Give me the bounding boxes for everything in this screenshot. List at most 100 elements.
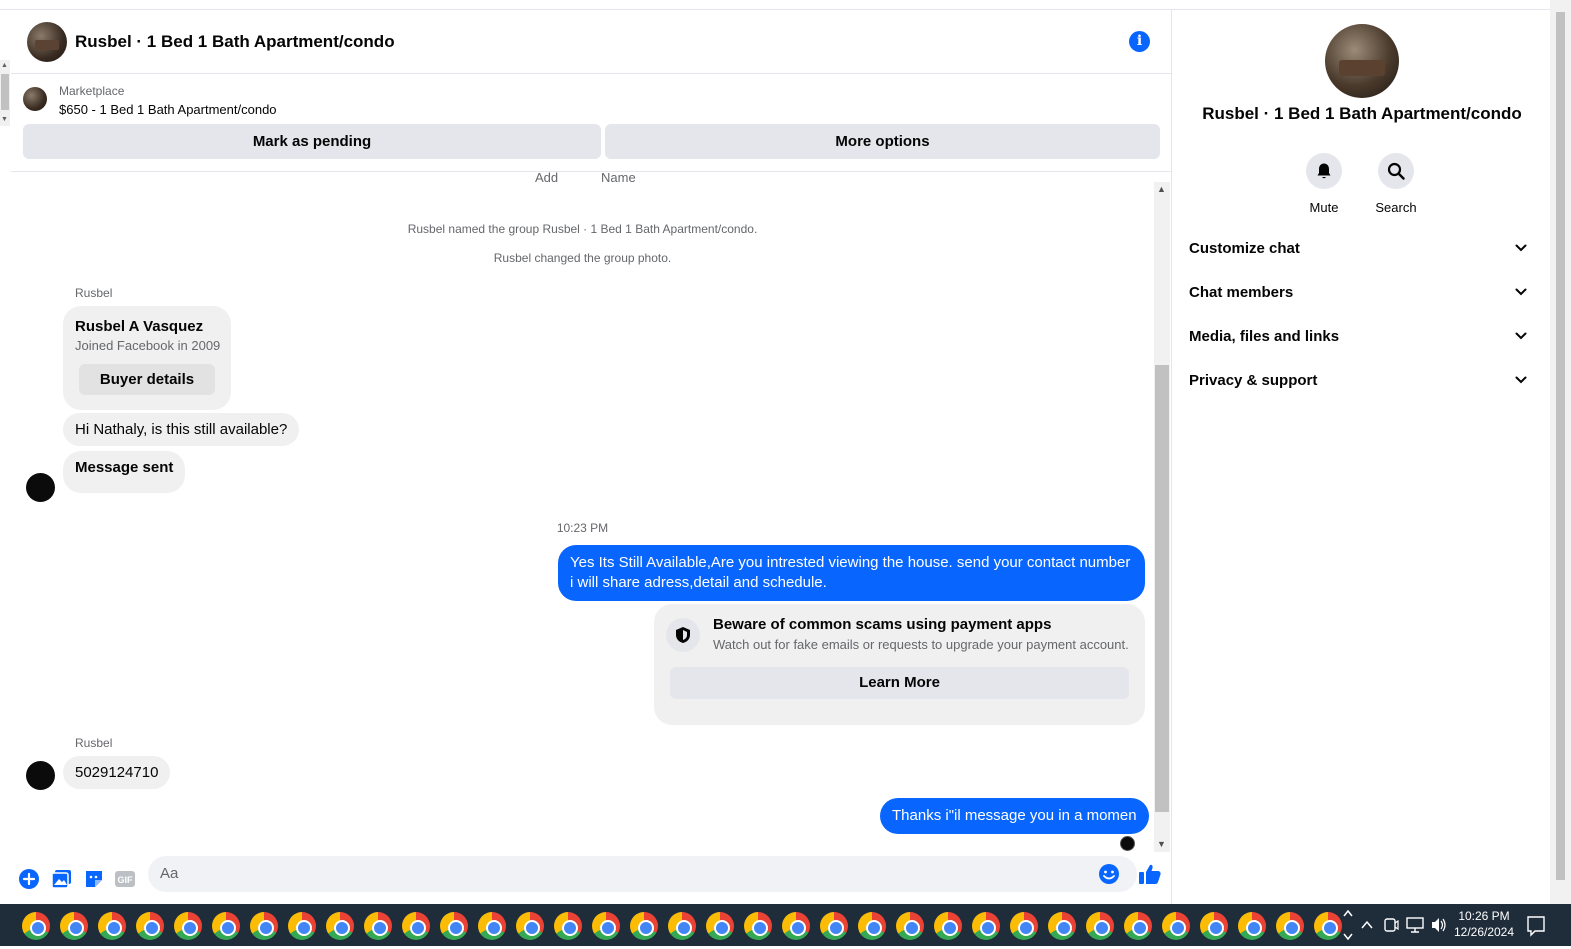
outgoing-message[interactable]: Thanks i"il message you in a momen <box>880 798 1149 834</box>
network-icon[interactable] <box>1406 904 1424 946</box>
scroll-down-arrow-icon[interactable]: ▼ <box>1157 840 1166 849</box>
taskbar-browser-icon[interactable] <box>136 912 164 940</box>
scam-warning-card: Beware of common scams using payment app… <box>654 604 1145 725</box>
system-clock[interactable]: 10:26 PM 12/26/2024 <box>1452 908 1516 940</box>
taskbar-browser-icon[interactable] <box>934 912 962 940</box>
incoming-message[interactable]: Hi Nathaly, is this still available? <box>63 413 300 446</box>
gif-icon[interactable]: GIF <box>114 868 136 890</box>
photo-icon[interactable] <box>51 868 73 890</box>
taskbar-browser-icon[interactable] <box>288 912 316 940</box>
section-privacy-support[interactable]: Privacy & support <box>1189 367 1539 395</box>
group-avatar[interactable] <box>27 22 67 62</box>
tray-scroll[interactable] <box>1340 904 1356 946</box>
listing-thumbnail[interactable] <box>23 87 47 111</box>
window-scrollbar[interactable] <box>1550 0 1571 904</box>
taskbar-browser-icon[interactable] <box>174 912 202 940</box>
left-scrollbar[interactable]: ▲ ▼ <box>0 60 10 126</box>
taskbar-browser-icon[interactable] <box>22 912 50 940</box>
thread-scrollbar[interactable]: ▲ ▼ <box>1154 182 1170 852</box>
taskbar-browser-icon[interactable] <box>592 912 620 940</box>
taskbar-browser-icon[interactable] <box>212 912 240 940</box>
taskbar-browser-icon[interactable] <box>440 912 468 940</box>
section-label: Privacy & support <box>1189 372 1318 389</box>
taskbar: 10:26 PM 12/26/2024 <box>0 904 1571 946</box>
scroll-thumb[interactable] <box>1 74 9 110</box>
scroll-up-arrow-icon[interactable]: ▲ <box>1157 185 1166 194</box>
taskbar-browser-icon[interactable] <box>1314 912 1342 940</box>
chat-details-panel: Rusbel · 1 Bed 1 Bath Apartment/condo Mu… <box>1173 10 1548 904</box>
taskbar-browser-icon[interactable] <box>60 912 88 940</box>
taskbar-browser-icon[interactable] <box>744 912 772 940</box>
chevron-down-icon <box>1515 244 1527 252</box>
taskbar-browser-icon[interactable] <box>250 912 278 940</box>
panel-avatar[interactable] <box>1325 24 1399 98</box>
gif-label: GIF <box>118 875 134 885</box>
timestamp: 10:23 PM <box>556 521 609 535</box>
taskbar-browser-icon[interactable] <box>1200 912 1228 940</box>
section-label: Media, files and links <box>1189 328 1340 345</box>
taskbar-browser-icon[interactable] <box>478 912 506 940</box>
notifications-icon[interactable] <box>1526 904 1546 946</box>
info-icon[interactable]: i <box>1129 31 1150 52</box>
scroll-thumb[interactable] <box>1556 12 1565 880</box>
scroll-up-arrow-icon[interactable]: ▲ <box>1 62 8 69</box>
taskbar-browser-icon[interactable] <box>668 912 696 940</box>
incoming-message[interactable]: 5029124710 <box>63 756 171 789</box>
taskbar-browser-icon[interactable] <box>326 912 354 940</box>
search-action[interactable]: Search <box>1366 153 1426 215</box>
listing-title[interactable]: $650 - 1 Bed 1 Bath Apartment/condo <box>59 102 277 117</box>
mute-label: Mute <box>1309 200 1339 215</box>
taskbar-browser-icon[interactable] <box>1238 912 1266 940</box>
mark-as-pending-button[interactable]: Mark as pending <box>23 124 601 159</box>
taskbar-browser-icon[interactable] <box>706 912 734 940</box>
taskbar-browser-icon[interactable] <box>516 912 544 940</box>
taskbar-browser-icon[interactable] <box>364 912 392 940</box>
section-chat-members[interactable]: Chat members <box>1189 279 1539 307</box>
warning-title: Beware of common scams using payment app… <box>713 616 1052 633</box>
sender-avatar[interactable] <box>26 761 55 790</box>
taskbar-browser-icon[interactable] <box>1086 912 1114 940</box>
taskbar-browser-icon[interactable] <box>402 912 430 940</box>
sender-avatar[interactable] <box>26 473 55 502</box>
taskbar-browser-icon[interactable] <box>896 912 924 940</box>
more-options-button[interactable]: More options <box>605 124 1160 159</box>
scroll-thumb[interactable] <box>1155 365 1169 812</box>
meet-now-icon[interactable] <box>1383 904 1399 946</box>
message-sent-bubble[interactable]: Message sent <box>63 451 186 493</box>
section-customize-chat[interactable]: Customize chat <box>1189 235 1539 263</box>
taskbar-browser-icon[interactable] <box>782 912 810 940</box>
taskbar-browser-icon[interactable] <box>858 912 886 940</box>
taskbar-browser-icon[interactable] <box>98 912 126 940</box>
taskbar-browser-icon[interactable] <box>554 912 582 940</box>
taskbar-browser-icon[interactable] <box>1048 912 1076 940</box>
section-media-files-links[interactable]: Media, files and links <box>1189 323 1539 351</box>
taskbar-browser-icon[interactable] <box>1276 912 1304 940</box>
thumbs-up-icon[interactable] <box>1138 863 1161 885</box>
buyer-card: Rusbel A Vasquez Joined Facebook in 2009… <box>63 306 231 410</box>
outgoing-message[interactable]: Yes Its Still Available,Are you intreste… <box>558 545 1145 601</box>
taskbar-browser-icon[interactable] <box>1010 912 1038 940</box>
buyer-details-button[interactable]: Buyer details <box>79 364 215 395</box>
chat-title[interactable]: Rusbel · 1 Bed 1 Bath Apartment/condo <box>75 32 395 52</box>
sender-name: Rusbel <box>75 736 113 750</box>
mute-action[interactable]: Mute <box>1294 153 1354 215</box>
plus-icon[interactable] <box>18 868 40 890</box>
message-input[interactable]: Aa <box>148 856 1137 892</box>
search-icon[interactable] <box>1378 153 1414 189</box>
show-hidden-icons-icon[interactable] <box>1360 904 1374 946</box>
taskbar-browser-icon[interactable] <box>1124 912 1152 940</box>
chevron-down-icon <box>1515 376 1527 384</box>
sticker-icon[interactable] <box>83 868 105 890</box>
message-thread: Add Name Rusbel named the group Rusbel ·… <box>11 172 1172 856</box>
taskbar-browser-icon[interactable] <box>630 912 658 940</box>
scroll-down-arrow-icon[interactable]: ▼ <box>1 116 8 123</box>
learn-more-button[interactable]: Learn More <box>670 667 1129 699</box>
emoji-icon[interactable] <box>1098 863 1120 885</box>
clock-date: 12/26/2024 <box>1453 925 1515 939</box>
taskbar-browser-icon[interactable] <box>820 912 848 940</box>
volume-icon[interactable] <box>1430 904 1448 946</box>
marketplace-bar: Marketplace $650 - 1 Bed 1 Bath Apartmen… <box>11 75 1172 172</box>
bell-icon[interactable] <box>1306 153 1342 189</box>
taskbar-browser-icon[interactable] <box>1162 912 1190 940</box>
taskbar-browser-icon[interactable] <box>972 912 1000 940</box>
